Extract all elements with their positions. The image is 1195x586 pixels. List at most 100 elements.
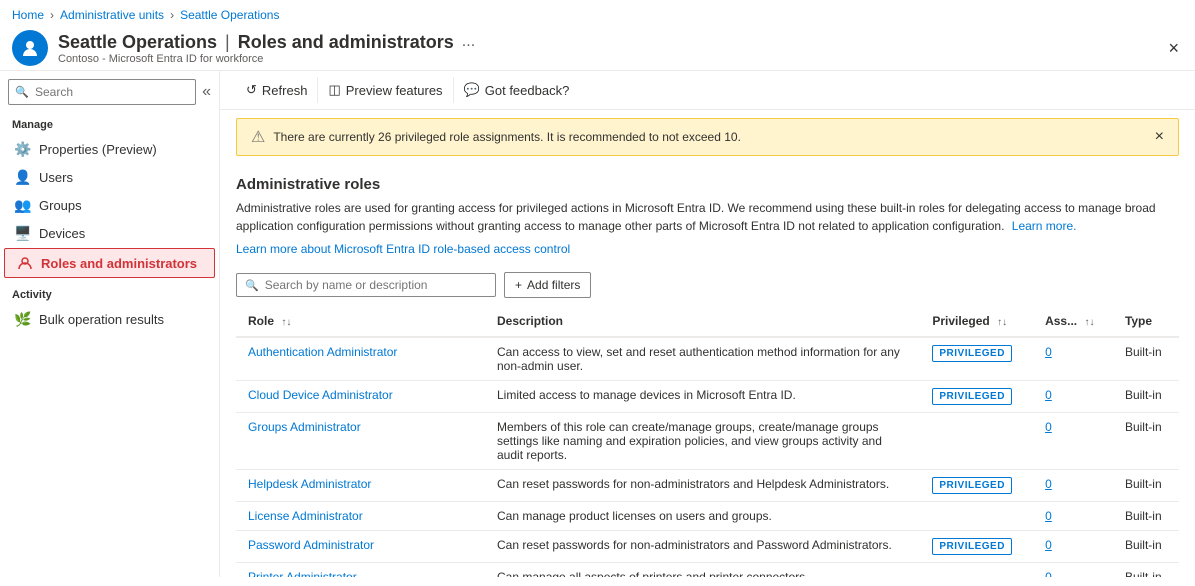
preview-label: Preview features — [346, 83, 443, 98]
learn-more-rbac-link[interactable]: Learn more about Microsoft Entra ID role… — [236, 242, 570, 256]
page-subtitle: Contoso - Microsoft Entra ID for workfor… — [58, 53, 475, 65]
learn-more-inline-link[interactable]: Learn more. — [1012, 219, 1077, 233]
col-assignments[interactable]: Ass... ↑↓ — [1033, 306, 1113, 337]
cell-assignments: 0 — [1033, 413, 1113, 470]
bulk-icon: 🌿 — [15, 311, 31, 327]
cell-role-name: Cloud Device Administrator — [236, 381, 485, 413]
cell-assignments: 0 — [1033, 502, 1113, 531]
cell-description: Members of this role can create/manage g… — [485, 413, 920, 470]
col-privileged[interactable]: Privileged ↑↓ — [920, 306, 1033, 337]
privileged-badge: PRIVILEGED — [932, 388, 1012, 405]
cell-type: Built-in — [1113, 563, 1179, 578]
cell-description: Can access to view, set and reset authen… — [485, 337, 920, 381]
cell-description: Can reset passwords for non-administrato… — [485, 531, 920, 563]
filter-search-input[interactable] — [265, 278, 487, 292]
filter-search-wrapper: 🔍 — [236, 273, 496, 297]
banner-close-button[interactable]: × — [1155, 128, 1164, 146]
collapse-icon[interactable]: « — [202, 83, 211, 101]
role-link[interactable]: Password Administrator — [248, 538, 374, 552]
table-header: Role ↑↓ Description Privileged ↑↓ Ass...… — [236, 306, 1179, 337]
role-link[interactable]: License Administrator — [248, 509, 363, 523]
assignments-sort-icon: ↑↓ — [1084, 317, 1094, 328]
refresh-label: Refresh — [262, 83, 308, 98]
col-type: Type — [1113, 306, 1179, 337]
search-input[interactable] — [8, 79, 196, 105]
cell-assignments: 0 — [1033, 337, 1113, 381]
cell-assignments: 0 — [1033, 381, 1113, 413]
sidebar-item-label-groups: Groups — [39, 198, 82, 213]
privileged-sort-icon: ↑↓ — [997, 317, 1007, 328]
refresh-button[interactable]: ↺ Refresh — [236, 77, 318, 103]
close-button[interactable]: × — [1164, 34, 1183, 63]
col-description: Description — [485, 306, 920, 337]
warning-banner: ⚠ There are currently 26 privileged role… — [236, 118, 1179, 156]
sidebar-item-label-devices: Devices — [39, 226, 85, 241]
privileged-badge: PRIVILEGED — [932, 538, 1012, 555]
cell-description: Limited access to manage devices in Micr… — [485, 381, 920, 413]
properties-icon: ⚙️ — [15, 141, 31, 157]
cell-assignments: 0 — [1033, 470, 1113, 502]
assignment-count-link[interactable]: 0 — [1045, 538, 1052, 552]
assignment-count-link[interactable]: 0 — [1045, 420, 1052, 434]
breadcrumb-admin-units[interactable]: Administrative units — [60, 8, 164, 22]
cell-role-name: Password Administrator — [236, 531, 485, 563]
cell-privileged — [920, 502, 1033, 531]
feedback-icon: 💬 — [464, 82, 480, 98]
table-header-row: Role ↑↓ Description Privileged ↑↓ Ass...… — [236, 306, 1179, 337]
table-row: Cloud Device Administrator Limited access… — [236, 381, 1179, 413]
preview-features-button[interactable]: ◫ Preview features — [318, 77, 453, 103]
cell-type: Built-in — [1113, 337, 1179, 381]
role-link[interactable]: Authentication Administrator — [248, 345, 397, 359]
manage-section-label: Manage — [0, 109, 219, 135]
sidebar-item-roles[interactable]: Roles and administrators — [4, 248, 215, 278]
add-filters-button[interactable]: + Add filters — [504, 272, 591, 298]
cell-role-name: Helpdesk Administrator — [236, 470, 485, 502]
cell-assignments: 0 — [1033, 563, 1113, 578]
feedback-button[interactable]: 💬 Got feedback? — [454, 77, 580, 103]
page-title: Seattle Operations | Roles and administr… — [58, 32, 475, 53]
col-role[interactable]: Role ↑↓ — [236, 306, 485, 337]
privileged-badge: PRIVILEGED — [932, 345, 1012, 362]
feedback-label: Got feedback? — [485, 83, 570, 98]
role-link[interactable]: Helpdesk Administrator — [248, 477, 371, 491]
search-row: 🔍 « — [8, 79, 211, 105]
table-row: Authentication Administrator Can access t… — [236, 337, 1179, 381]
table-container: Role ↑↓ Description Privileged ↑↓ Ass...… — [220, 306, 1195, 577]
role-link[interactable]: Printer Administrator — [248, 570, 357, 577]
table-row: Helpdesk AdministratorCan reset password… — [236, 470, 1179, 502]
cell-role-name: Printer Administrator — [236, 563, 485, 578]
sidebar-item-label-users: Users — [39, 170, 73, 185]
breadcrumb-current[interactable]: Seattle Operations — [180, 8, 279, 22]
breadcrumb-home[interactable]: Home — [12, 8, 44, 22]
breadcrumb: Home › Administrative units › Seattle Op… — [0, 0, 1195, 26]
cell-privileged: PRIVILEGED — [920, 470, 1033, 502]
sidebar-item-devices[interactable]: 🖥️ Devices — [0, 219, 219, 247]
role-link[interactable]: Groups Administrator — [248, 420, 361, 434]
sidebar-item-label-bulk: Bulk operation results — [39, 312, 164, 327]
sidebar-item-label-roles: Roles and administrators — [41, 256, 197, 271]
role-link[interactable]: Cloud Device Administrator — [248, 388, 393, 402]
assignment-count-link[interactable]: 0 — [1045, 345, 1052, 359]
devices-icon: 🖥️ — [15, 225, 31, 241]
assignment-count-link[interactable]: 0 — [1045, 388, 1052, 402]
assignment-count-link[interactable]: 0 — [1045, 570, 1052, 577]
header-left: Seattle Operations | Roles and administr… — [12, 30, 475, 66]
sidebar-item-properties[interactable]: ⚙️ Properties (Preview) — [0, 135, 219, 163]
org-icon — [20, 38, 40, 58]
cell-role-name: License Administrator — [236, 502, 485, 531]
sidebar-item-bulk[interactable]: 🌿 Bulk operation results — [0, 305, 219, 333]
preview-icon: ◫ — [328, 82, 340, 98]
admin-roles-section: Administrative roles Administrative role… — [220, 164, 1195, 264]
assignment-count-link[interactable]: 0 — [1045, 477, 1052, 491]
table-row: Printer AdministratorCan manage all aspe… — [236, 563, 1179, 578]
warning-message: There are currently 26 privileged role a… — [273, 130, 741, 144]
cell-privileged: PRIVILEGED — [920, 531, 1033, 563]
sidebar-item-groups[interactable]: 👥 Groups — [0, 191, 219, 219]
main-layout: 🔍 « Manage ⚙️ Properties (Preview) 👤 Use… — [0, 71, 1195, 577]
assignment-count-link[interactable]: 0 — [1045, 509, 1052, 523]
add-filters-icon: + — [515, 278, 522, 292]
filter-search-icon: 🔍 — [245, 279, 259, 292]
filter-bar: 🔍 + Add filters — [220, 264, 1195, 306]
header-dots[interactable]: ... — [462, 33, 475, 51]
sidebar-item-users[interactable]: 👤 Users — [0, 163, 219, 191]
